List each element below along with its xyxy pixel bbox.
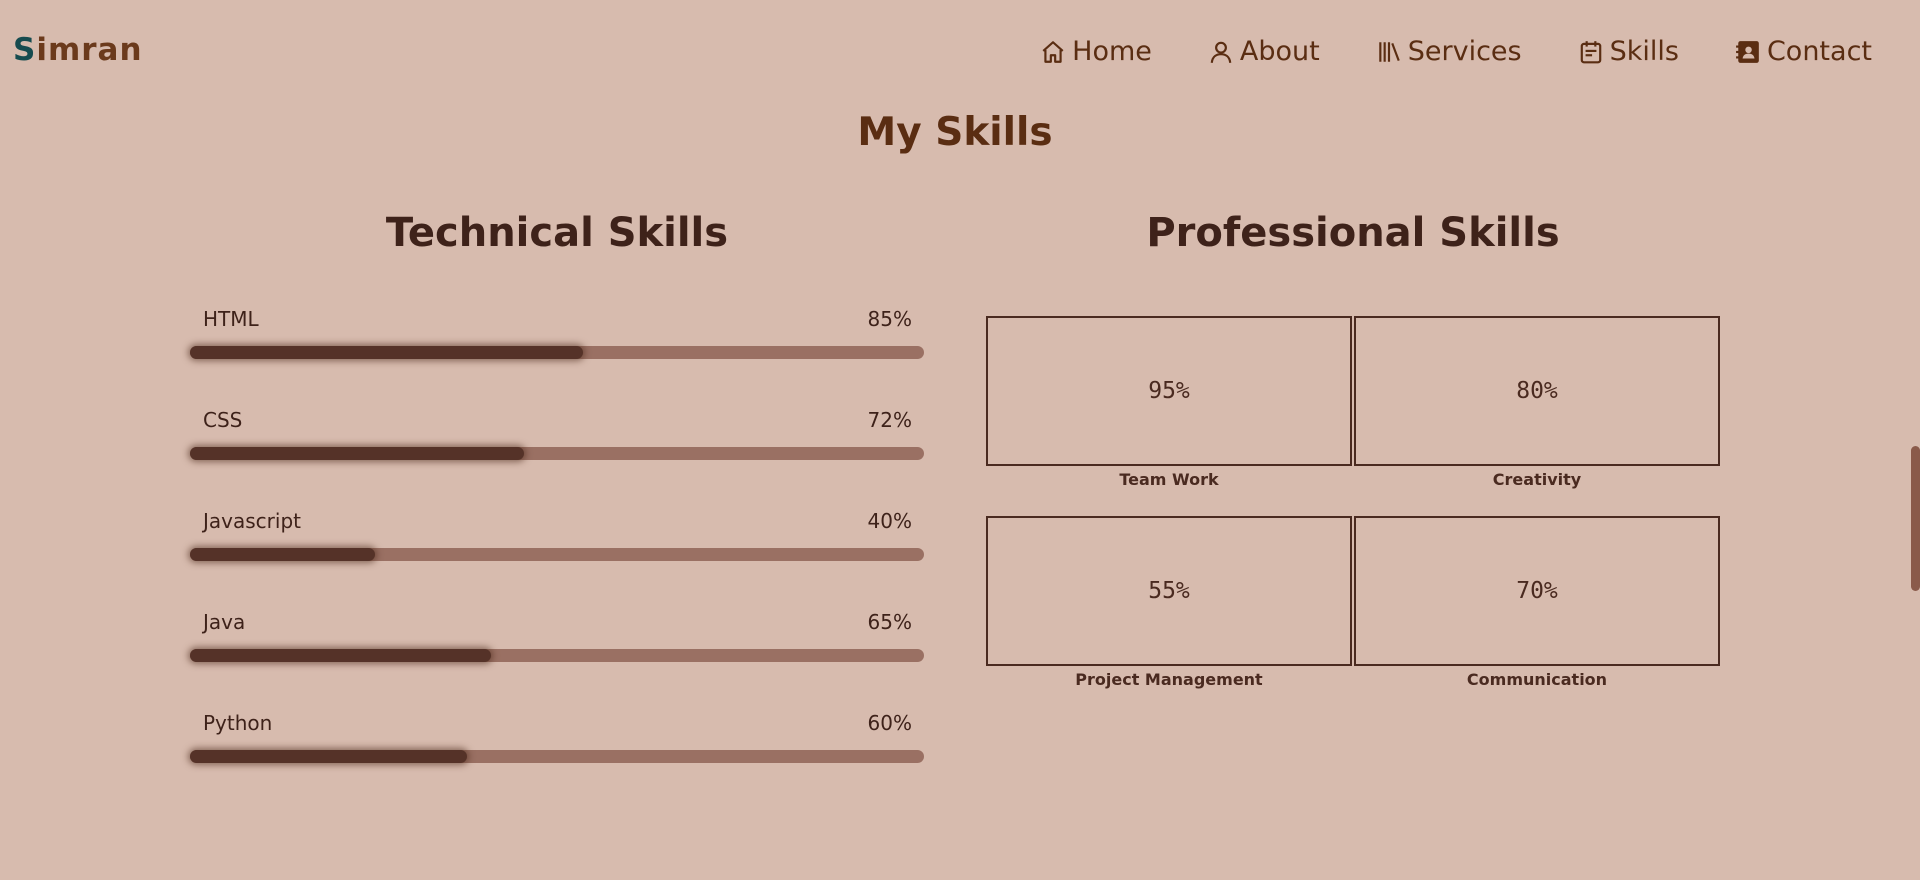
skill-percent: 85% (867, 307, 912, 331)
nav-skills-label: Skills (1609, 36, 1679, 67)
skill-bar-python: Python 60% (190, 704, 924, 805)
skill-percent-box: 55% (986, 516, 1352, 666)
progress-fill (190, 649, 491, 662)
professional-skills-grid: 95% Team Work 80% Creativity 55% Project… (986, 316, 1720, 716)
nav-home-label: Home (1072, 36, 1152, 67)
contact-book-icon (1735, 39, 1761, 65)
skill-name: Project Management (1075, 670, 1263, 689)
nav-about-label: About (1239, 36, 1320, 67)
skill-bar-javascript: Javascript 40% (190, 502, 924, 603)
skill-name: Team Work (1119, 470, 1219, 489)
progress-track (190, 346, 924, 359)
site-header: Simran Home About Services Skills Contac… (0, 0, 1920, 104)
skill-percent-box: 70% (1354, 516, 1720, 666)
skill-name: Communication (1466, 670, 1608, 689)
skill-bar-java: Java 65% (190, 603, 924, 704)
skill-percent: 60% (867, 711, 912, 735)
skill-name: HTML (203, 307, 259, 331)
skill-percent-box: 80% (1354, 316, 1720, 466)
nav-home[interactable]: Home (1040, 34, 1152, 70)
skill-name: Java (203, 610, 246, 634)
skill-name: Python (203, 711, 273, 735)
logo-text: imran (36, 32, 143, 68)
scrollbar-thumb[interactable] (1911, 446, 1920, 591)
logo[interactable]: Simran (13, 32, 143, 68)
nav-contact-label: Contact (1766, 36, 1872, 67)
progress-fill (190, 447, 524, 460)
progress-track (190, 649, 924, 662)
progress-fill (190, 548, 375, 561)
professional-skill-communication: 70% Communication (1354, 516, 1720, 716)
home-icon (1040, 39, 1066, 65)
skill-name: CSS (203, 408, 243, 432)
progress-track (190, 548, 924, 561)
skill-name: Javascript (203, 509, 301, 533)
skill-percent: 65% (867, 610, 912, 634)
professional-skill-project-management: 55% Project Management (986, 516, 1352, 716)
skill-percent: 40% (867, 509, 912, 533)
technical-skills-list: HTML 85% CSS 72% Javascript 40% Java 65%… (190, 300, 924, 805)
user-icon (1208, 39, 1234, 65)
nav-contact[interactable]: Contact (1735, 34, 1872, 70)
skill-bar-css: CSS 72% (190, 401, 924, 502)
calendar-icon (1578, 39, 1604, 65)
progress-track (190, 447, 924, 460)
professional-skill-team-work: 95% Team Work (986, 316, 1352, 516)
nav-services-label: Services (1407, 36, 1522, 67)
professional-skill-creativity: 80% Creativity (1354, 316, 1720, 516)
technical-skills-title: Technical Skills (385, 210, 729, 256)
main-nav: Home About Services Skills Contact (1040, 34, 1872, 70)
nav-services[interactable]: Services (1376, 34, 1522, 70)
progress-track (190, 750, 924, 763)
progress-fill (190, 750, 468, 763)
skill-percent-box: 95% (986, 316, 1352, 466)
progress-fill (190, 346, 583, 359)
nav-about[interactable]: About (1208, 34, 1320, 70)
logo-initial: S (13, 32, 37, 68)
nav-skills[interactable]: Skills (1578, 34, 1679, 70)
page-title: My Skills (857, 110, 1053, 155)
books-icon (1376, 39, 1402, 65)
skill-name: Creativity (1492, 470, 1582, 489)
professional-skills-title: Professional Skills (1146, 210, 1560, 256)
skill-percent: 72% (867, 408, 912, 432)
skill-bar-html: HTML 85% (190, 300, 924, 401)
